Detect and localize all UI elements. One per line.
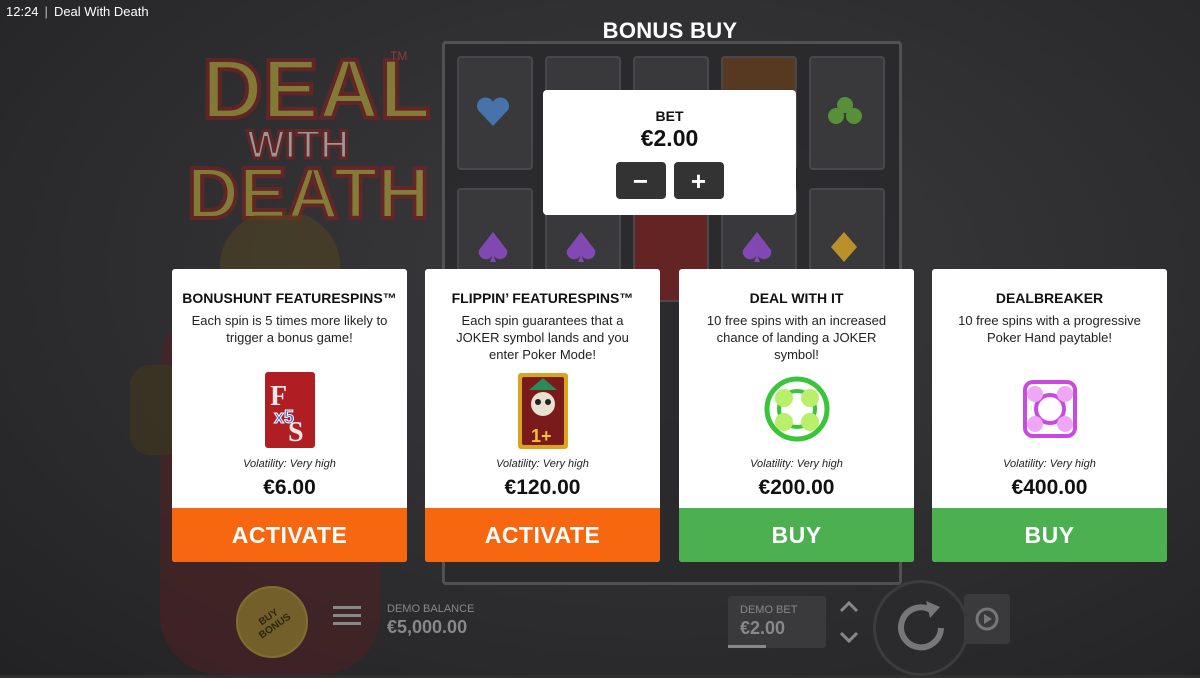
balance-value: €5,000.00: [387, 617, 468, 637]
spade-icon: [478, 232, 508, 262]
svg-text:x5: x5: [274, 407, 294, 427]
card-price: €120.00: [504, 476, 581, 499]
volatility-label: Volatility: Very high: [243, 458, 336, 470]
bonus-card-flippin: FLIPPIN’ FEATURESPINS™ Each spin guarant…: [425, 269, 660, 562]
separator: |: [44, 3, 48, 19]
x5-card-icon: F S x5: [264, 372, 315, 448]
balance-label: DEMO BALANCE: [387, 603, 475, 615]
decrease-bet-button[interactable]: −: [615, 162, 666, 199]
purple-skulls-icon: [1022, 380, 1077, 438]
spin-icon: [898, 601, 944, 651]
bonus-card-dealbreaker: DEALBREAKER 10 free spins with a progres…: [932, 269, 1167, 562]
buy-bonus-button[interactable]: BUY BONUS: [236, 586, 308, 658]
bet-display-value: €2.00: [740, 618, 786, 638]
buy-bonus-label: BUY BONUS: [257, 606, 294, 642]
buy-button[interactable]: BUY: [932, 508, 1167, 562]
volatility-label: Volatility: Very high: [750, 458, 843, 470]
bet-panel: BET €2.00 − +: [543, 90, 796, 215]
bet-display-label: DEMO BET: [740, 604, 798, 616]
club-icon: [828, 97, 862, 124]
bet-level-bar: [728, 645, 766, 648]
card-title: DEALBREAKER: [995, 290, 1104, 306]
balance-display: DEMO BALANCE €5,000.00: [387, 603, 474, 638]
card-description: 10 free spins with an increased chance o…: [706, 313, 887, 362]
card-title: FLIPPIN’ FEATURESPINS™: [451, 290, 634, 306]
card-price: €6.00: [263, 476, 316, 499]
card-title: BONUSHUNT FEATURESPINS™: [182, 290, 397, 306]
heart-icon: [477, 97, 509, 126]
menu-icon[interactable]: [333, 606, 361, 630]
bonus-card-deal-with-it: DEAL WITH IT 10 free spins with an incre…: [679, 269, 914, 562]
increase-bet-button[interactable]: +: [673, 162, 724, 199]
buy-button[interactable]: BUY: [679, 508, 914, 562]
logo-tm: TM: [390, 49, 407, 63]
card-price: €200.00: [758, 476, 835, 499]
clock: 12:24: [6, 3, 39, 19]
card-price: €400.00: [1011, 476, 1088, 499]
card-description: Each spin is 5 times more likely to trig…: [191, 313, 388, 345]
window-title: Deal With Death: [53, 3, 149, 19]
card-title: DEAL WITH IT: [749, 290, 844, 306]
spin-button[interactable]: [873, 580, 969, 676]
volatility-label: Volatility: Very high: [1003, 458, 1096, 470]
activate-button[interactable]: ACTIVATE: [425, 508, 660, 562]
chevron-up-icon: [839, 600, 859, 613]
autoplay-button[interactable]: [964, 594, 1010, 644]
bet-display[interactable]: DEMO BET €2.00: [728, 596, 826, 648]
bet-arrows[interactable]: [838, 598, 860, 646]
card-description: 10 free spins with a progressive Poker H…: [958, 313, 1141, 345]
card-description: Each spin guarantees that a JOKER symbol…: [456, 313, 629, 362]
bet-label: BET: [655, 108, 684, 124]
spade-icon: [566, 232, 596, 262]
diamond-icon: [831, 232, 857, 262]
svg-text:1+: 1+: [531, 426, 552, 446]
spade-icon: [742, 232, 772, 262]
bonus-card-bonushunt: BONUSHUNT FEATURESPINS™ Each spin is 5 t…: [172, 269, 407, 562]
joker-card-icon: 1+: [517, 373, 568, 449]
page-title: BONUS BUY: [602, 18, 738, 43]
autoplay-icon: [975, 607, 999, 631]
activate-button[interactable]: ACTIVATE: [172, 508, 407, 562]
bet-value: €2.00: [640, 125, 699, 151]
volatility-label: Volatility: Very high: [496, 458, 589, 470]
green-skulls-icon: [764, 376, 829, 442]
chevron-down-icon: [839, 631, 859, 644]
